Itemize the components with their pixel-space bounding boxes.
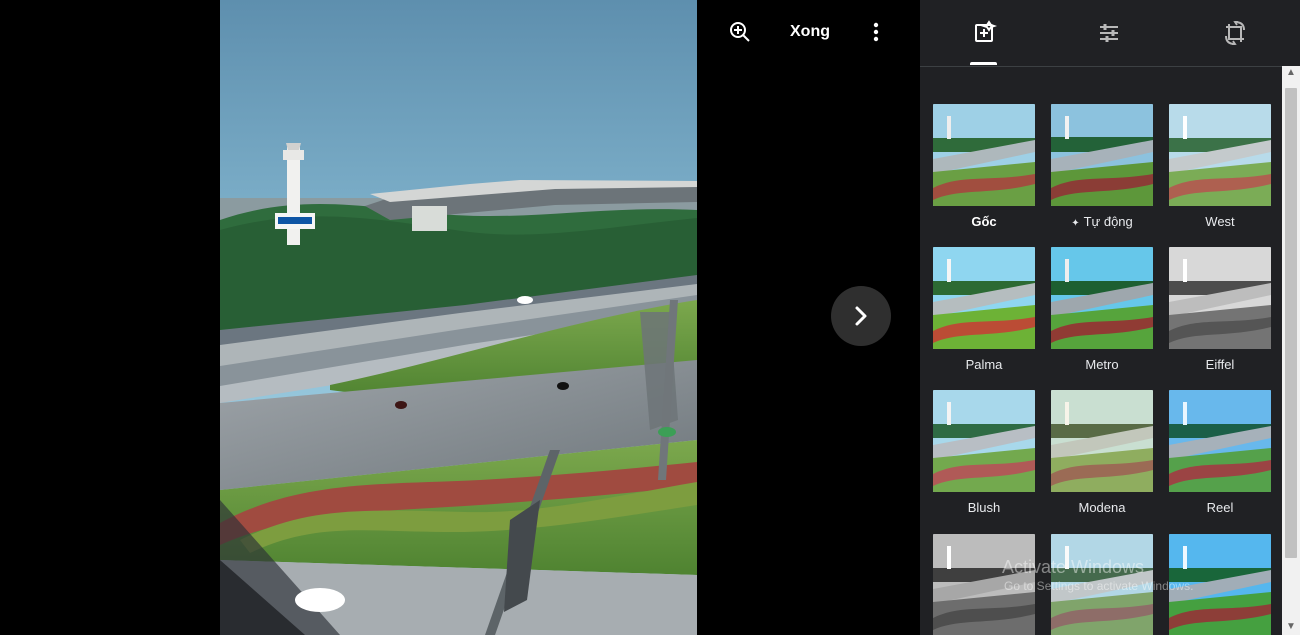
filter-label-eiffel: Eiffel	[1205, 357, 1235, 372]
filter-panel-scrollbar[interactable]: ▲ ▼	[1282, 66, 1300, 635]
filter-card-west[interactable]: West	[1169, 104, 1271, 236]
editor-tab-bar	[920, 0, 1300, 67]
chevron-right-icon	[855, 306, 867, 326]
filter-card-auto[interactable]: ✦ Tự động	[1051, 104, 1153, 236]
airport-overpass-photo	[220, 0, 697, 635]
sparkle-icon: ✦	[1071, 218, 1080, 229]
thumbnail-image	[933, 390, 1035, 492]
filter-label-auto: ✦ Tự động	[1043, 214, 1161, 232]
filter-thumbnail	[1169, 534, 1271, 635]
filter-card-original[interactable]: Gốc	[933, 104, 1035, 236]
viewer-toolbar: Xong	[720, 14, 900, 48]
filter-thumbnail	[933, 390, 1035, 492]
filter-label-palma: Palma	[965, 357, 1003, 372]
filter-card-modena[interactable]: Modena	[1051, 390, 1153, 522]
filter-thumbnail	[1051, 247, 1153, 349]
filter-thumbnail	[1051, 534, 1153, 635]
thumbnail-image	[1169, 247, 1271, 349]
tab-filters[interactable]	[967, 16, 1001, 50]
filter-label-west: West	[1205, 214, 1235, 229]
filter-label-metro: Metro	[1085, 357, 1119, 372]
filter-thumbnail	[1169, 247, 1271, 349]
thumbnail-image	[933, 247, 1035, 349]
filter-thumbnail	[1051, 390, 1153, 492]
filter-label-blush: Blush	[967, 500, 1001, 515]
filter-label-auto-text: Tự động	[1083, 214, 1133, 229]
filter-thumbnail	[933, 104, 1035, 206]
tab-adjust[interactable]	[1092, 16, 1126, 50]
thumbnail-image	[1051, 247, 1153, 349]
filter-card-partial-3[interactable]	[1169, 534, 1271, 635]
more-vert-icon[interactable]	[862, 18, 890, 46]
thumbnail-image	[933, 534, 1035, 635]
filter-label-original: Gốc	[971, 214, 997, 229]
filter-thumbnail	[1051, 104, 1153, 206]
filter-card-reel[interactable]: Reel	[1169, 390, 1271, 522]
filter-card-partial-2[interactable]	[1051, 534, 1153, 635]
zoom-in-icon[interactable]	[726, 18, 754, 46]
edit-panel: Gốc ✦ Tự động West Palma Metro Eiffel Bl…	[920, 0, 1300, 635]
scroll-thumb[interactable]	[1285, 88, 1297, 558]
scroll-down-arrow-icon[interactable]: ▼	[1286, 622, 1296, 632]
filter-grid: Gốc ✦ Tự động West Palma Metro Eiffel Bl…	[920, 67, 1282, 635]
filter-card-palma[interactable]: Palma	[933, 247, 1035, 379]
main-photo	[220, 0, 697, 635]
filter-thumbnail	[933, 247, 1035, 349]
filter-thumbnail	[1169, 104, 1271, 206]
filter-card-metro[interactable]: Metro	[1051, 247, 1153, 379]
next-photo-button[interactable]	[831, 286, 891, 346]
thumbnail-image	[1169, 390, 1271, 492]
filter-label-reel: Reel	[1206, 500, 1234, 515]
thumbnail-image	[1169, 104, 1271, 206]
filter-card-eiffel[interactable]: Eiffel	[1169, 247, 1271, 379]
done-button[interactable]: Xong	[782, 18, 838, 46]
filter-label-modena: Modena	[1078, 500, 1126, 515]
photo-viewer: Xong	[0, 0, 920, 635]
filter-card-blush[interactable]: Blush	[933, 390, 1035, 522]
thumbnail-image	[933, 104, 1035, 206]
selected-tab-indicator	[970, 62, 997, 65]
filter-thumbnail	[1169, 390, 1271, 492]
tune-icon	[1100, 24, 1118, 42]
tab-crop-rotate[interactable]	[1218, 16, 1252, 50]
thumbnail-image	[1169, 534, 1271, 635]
thumbnail-image	[1051, 534, 1153, 635]
crop-rotate-icon	[1225, 21, 1245, 45]
thumbnail-image	[1051, 390, 1153, 492]
filter-card-partial-1[interactable]	[933, 534, 1035, 635]
thumbnail-image	[1051, 104, 1153, 206]
auto-fix-icon	[975, 20, 997, 42]
filter-thumbnail	[933, 534, 1035, 635]
scroll-up-arrow-icon[interactable]: ▲	[1286, 68, 1296, 78]
